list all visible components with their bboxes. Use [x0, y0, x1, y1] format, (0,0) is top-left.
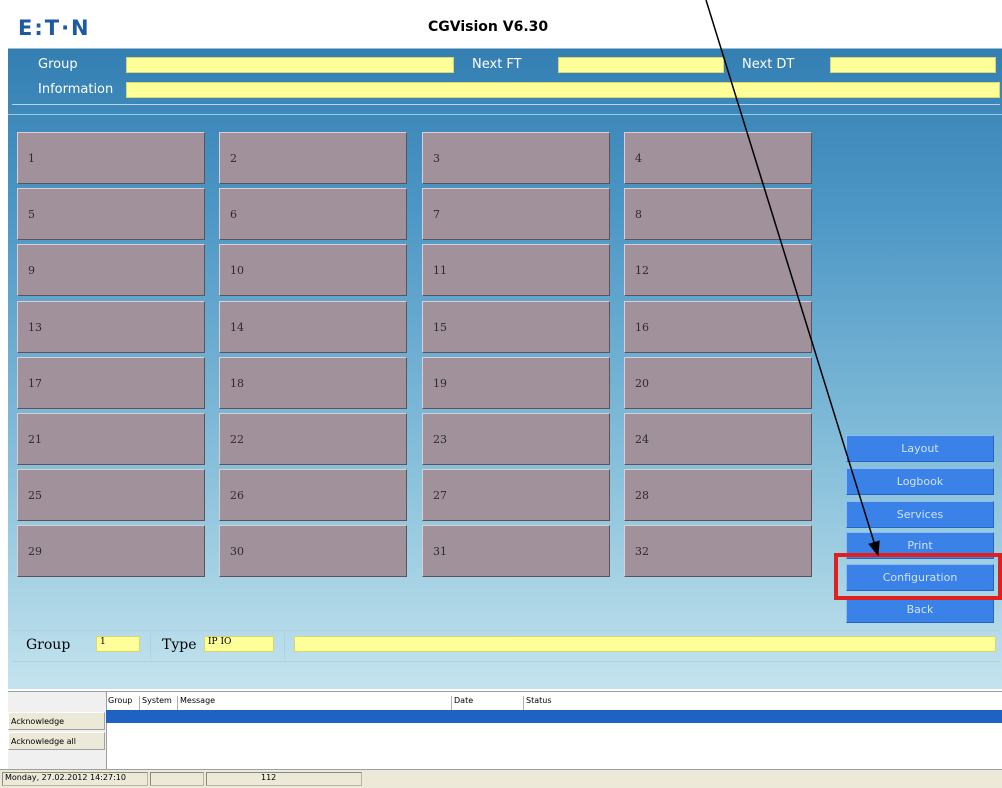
status-cell-2	[150, 772, 204, 786]
log-actions: Acknowledge Acknowledge all	[8, 692, 107, 770]
log-selected-row[interactable]	[106, 710, 1002, 723]
log-col-message[interactable]: Message	[178, 696, 452, 710]
log-col-date[interactable]: Date	[452, 696, 524, 710]
log-col-system[interactable]: System	[140, 696, 178, 710]
message-log: Acknowledge Acknowledge all Group System…	[8, 691, 1002, 770]
status-datetime: Monday, 27.02.2012 14:27:10	[2, 772, 148, 786]
status-count: 112	[206, 772, 362, 786]
log-col-group[interactable]: Group	[106, 696, 140, 710]
pointer-arrow	[705, 0, 880, 557]
acknowledge-button[interactable]: Acknowledge	[8, 712, 105, 730]
log-col-status[interactable]: Status	[524, 696, 1002, 710]
status-bar: Monday, 27.02.2012 14:27:10 112	[0, 769, 1002, 788]
arrow-line	[705, 0, 880, 557]
acknowledge-all-button[interactable]: Acknowledge all	[8, 732, 105, 750]
